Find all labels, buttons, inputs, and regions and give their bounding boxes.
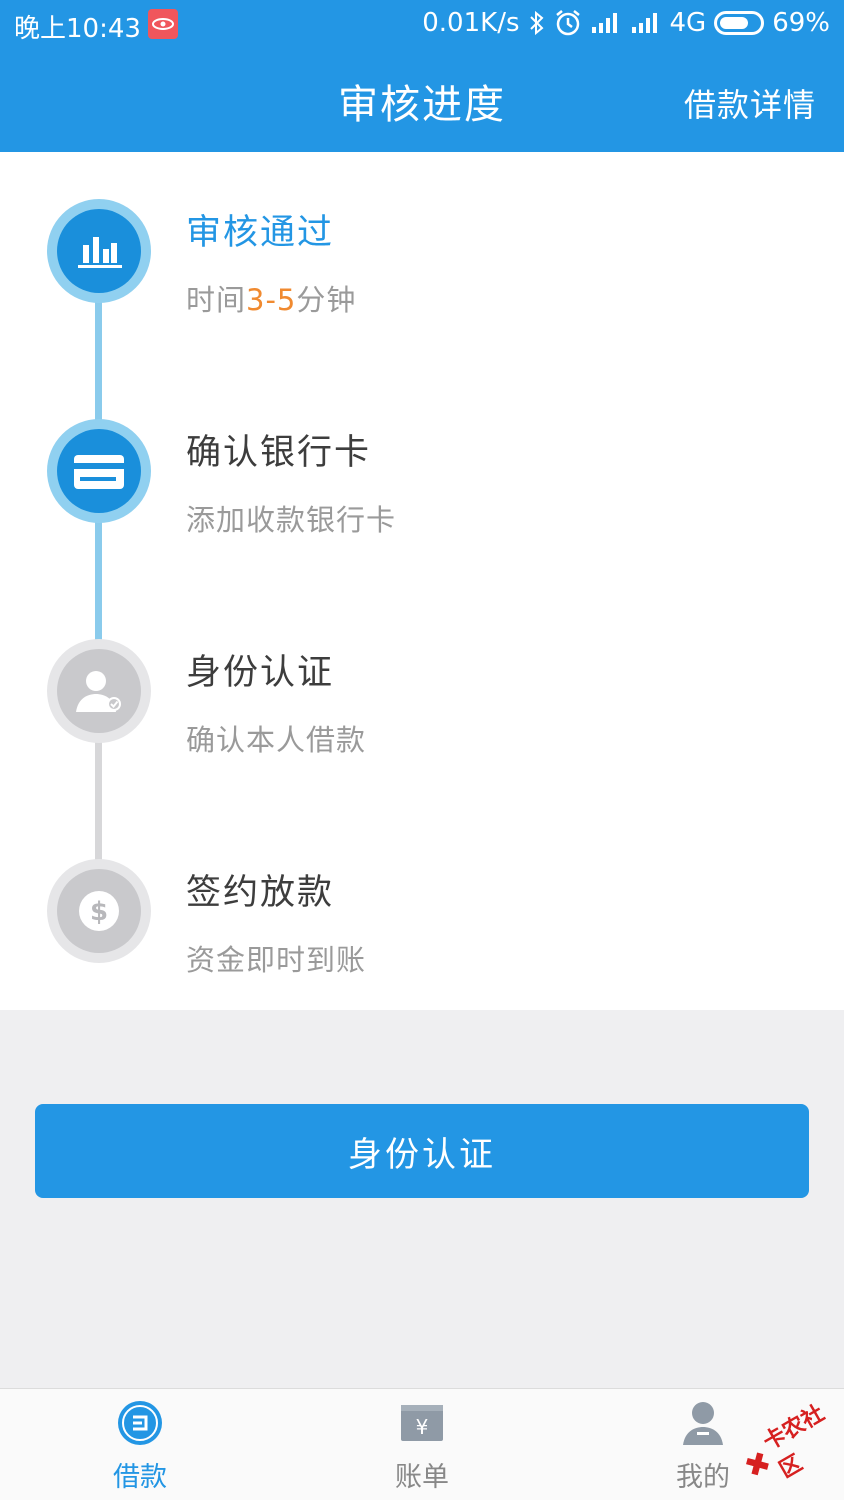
step-title: 审核通过	[186, 213, 335, 253]
bluetooth-icon	[529, 10, 543, 36]
signal-icon-2	[631, 13, 657, 33]
step-3-circle	[47, 639, 151, 743]
step-2-circle	[47, 419, 151, 523]
time-highlight: 3-5	[246, 283, 297, 317]
tab-label: 借款	[113, 1462, 167, 1493]
status-right: 0.01K/s 4G 69%	[422, 8, 830, 38]
battery-percent: 69%	[772, 8, 830, 38]
progress-connector	[95, 740, 102, 860]
step-subtitle: 添加收款银行卡	[186, 503, 397, 537]
progress-connector	[95, 520, 102, 640]
step-subtitle: 时间3-5分钟	[186, 283, 357, 317]
step-4-circle: $	[47, 859, 151, 963]
network-type: 4G	[669, 8, 707, 38]
top-bar: 晚上10:43 0.01K/s 4G 69% 审核进度 借款详情	[0, 0, 844, 152]
tab-loan[interactable]: 借款	[40, 1389, 240, 1500]
signal-icon-1	[591, 13, 617, 33]
bill-icon: ¥	[401, 1405, 443, 1441]
tab-bill[interactable]: ¥ 账单	[322, 1389, 522, 1500]
svg-text:$: $	[90, 897, 108, 927]
network-speed: 0.01K/s	[422, 8, 520, 38]
step-subtitle: 确认本人借款	[186, 723, 367, 757]
svg-text:¥: ¥	[416, 1415, 429, 1439]
step-title: 身份认证	[186, 653, 335, 693]
dollar-coin-icon: $	[79, 891, 119, 931]
loan-detail-link[interactable]: 借款详情	[684, 80, 816, 126]
step-4: 签约放款 资金即时到账	[186, 864, 366, 979]
alarm-icon	[555, 10, 580, 36]
eye-app-icon	[148, 9, 178, 39]
progress-connector	[95, 300, 102, 420]
step-title: 确认银行卡	[186, 433, 372, 473]
user-verify-icon	[76, 671, 121, 712]
status-bar: 晚上10:43 0.01K/s 4G 69%	[0, 0, 844, 50]
step-1-circle	[47, 199, 151, 303]
step-3: 身份认证 确认本人借款	[186, 644, 366, 759]
bank-card-icon	[74, 455, 124, 489]
loan-icon	[118, 1401, 162, 1445]
profile-icon	[683, 1402, 723, 1445]
identity-verify-button[interactable]: 身份认证	[35, 1104, 809, 1198]
status-time: 晚上10:43	[14, 14, 141, 44]
battery-icon	[714, 11, 765, 35]
bar-chart-icon	[78, 237, 122, 268]
bottom-tab-bar: 借款 ¥ 账单 我的	[0, 1388, 844, 1500]
step-2: 确认银行卡 添加收款银行卡	[186, 424, 396, 539]
step-title: 签约放款	[186, 873, 335, 913]
step-subtitle: 资金即时到账	[186, 943, 367, 977]
progress-card: 审核通过 时间3-5分钟 确认银行卡 添加收款银行卡 身份认证 确认本人借款 $…	[0, 152, 844, 1010]
tab-label: 账单	[395, 1462, 449, 1493]
step-1: 审核通过 时间3-5分钟	[186, 204, 356, 319]
